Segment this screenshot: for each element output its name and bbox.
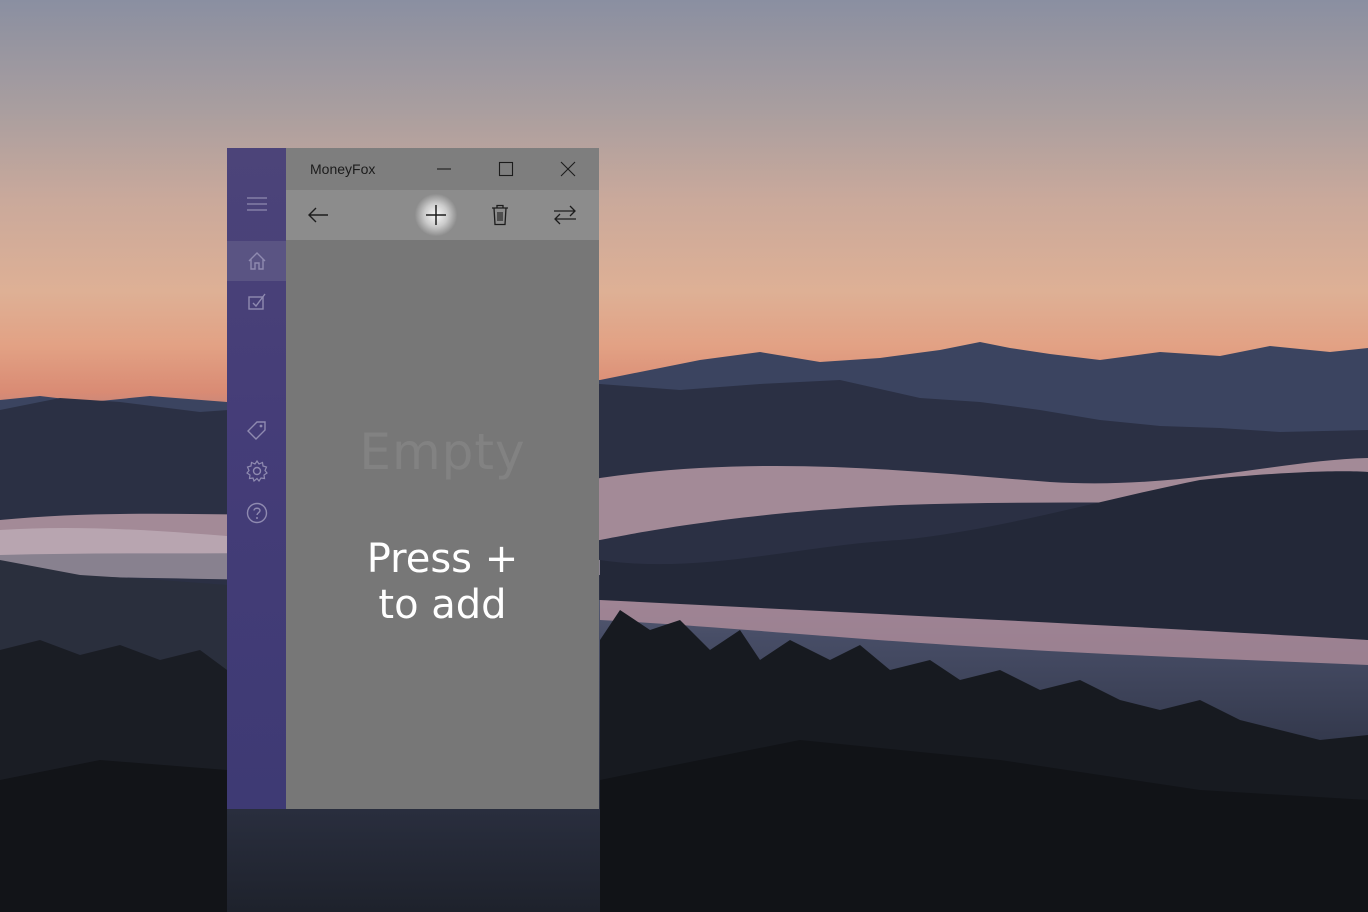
transfer-button[interactable] <box>543 194 587 236</box>
minimize-icon <box>437 168 451 170</box>
account-list-area: Empty Press + to add <box>286 240 599 809</box>
hamburger-icon <box>246 197 267 211</box>
add-button[interactable] <box>414 194 458 236</box>
nav-item-settings[interactable] <box>227 451 286 491</box>
back-arrow-icon <box>308 207 328 223</box>
mountain-landscape <box>0 342 1368 912</box>
settings-icon <box>245 460 268 482</box>
navigation-pane <box>227 148 286 809</box>
nav-item-help[interactable] <box>227 493 286 533</box>
command-bar <box>286 190 599 240</box>
hamburger-menu-button[interactable] <box>227 184 286 224</box>
add-icon <box>426 205 446 225</box>
home-icon <box>248 252 265 270</box>
nav-item-statistics[interactable] <box>227 281 286 321</box>
add-hint-line-2: to add <box>378 582 507 628</box>
empty-placeholder: Empty <box>359 423 526 481</box>
app-title: MoneyFox <box>310 161 376 177</box>
nav-item-home[interactable] <box>227 241 286 281</box>
help-icon <box>246 502 267 524</box>
moneyfox-window: MoneyFox Empty Press + to add <box>227 148 599 809</box>
statistics-icon <box>247 293 266 310</box>
add-hint-line-1: Press + <box>366 536 519 582</box>
desktop-wallpaper <box>0 0 1368 912</box>
add-hint: Press + to add <box>286 536 599 628</box>
maximize-icon <box>498 161 514 177</box>
delete-button[interactable] <box>478 194 522 236</box>
minimize-button[interactable] <box>416 148 472 190</box>
category-icon <box>246 421 266 440</box>
delete-icon <box>492 204 508 226</box>
title-bar[interactable]: MoneyFox <box>286 148 599 190</box>
close-icon <box>560 161 576 177</box>
nav-item-categories[interactable] <box>227 410 286 450</box>
maximize-button[interactable] <box>478 148 534 190</box>
back-button[interactable] <box>296 194 340 236</box>
close-button[interactable] <box>540 148 596 190</box>
transfer-icon <box>554 205 576 225</box>
